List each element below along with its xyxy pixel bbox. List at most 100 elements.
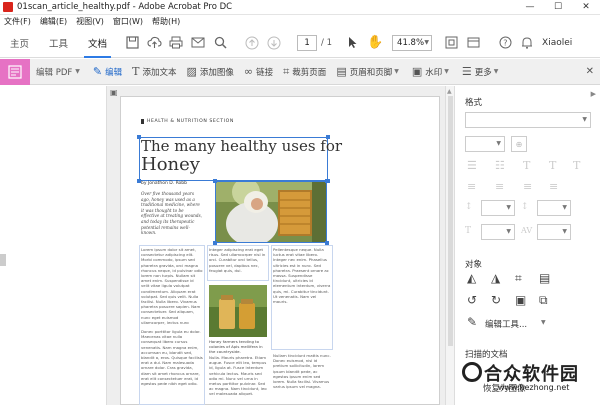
character-spacing-icon: AV bbox=[521, 226, 533, 235]
selection-handle[interactable] bbox=[213, 179, 217, 183]
user-name[interactable]: Xiaolei bbox=[542, 38, 572, 48]
menu-file[interactable]: 文件(F) bbox=[4, 16, 31, 27]
collapse-panel-icon[interactable]: ▶ bbox=[591, 90, 596, 98]
page-thumbnail-icon[interactable]: ▣ bbox=[110, 88, 118, 97]
flip-horizontal-icon[interactable]: ◮ bbox=[491, 271, 500, 285]
justify-icon[interactable]: ≡ bbox=[549, 180, 558, 193]
fit-page-icon[interactable] bbox=[440, 32, 462, 54]
article-column-3[interactable]: Pellentesque neque. Nulla luctus erat vi… bbox=[273, 247, 331, 347]
header-footer-button[interactable]: ▤ 页眉和页脚 ▼ bbox=[336, 65, 402, 78]
line-spacing-select[interactable]: ▼ bbox=[481, 200, 515, 216]
article-byline[interactable]: by Jonathon D. Robb bbox=[141, 181, 187, 186]
scrollbar-thumb[interactable] bbox=[448, 96, 453, 346]
pdf-page[interactable]: HEALTH & NUTRITION SECTION The many heal… bbox=[120, 96, 440, 405]
section-tag[interactable]: HEALTH & NUTRITION SECTION bbox=[141, 119, 234, 124]
close-window-button[interactable]: ✕ bbox=[572, 0, 600, 15]
article-headline-honey[interactable]: Honey bbox=[141, 156, 200, 174]
article-column-2-cont[interactable]: Nulla. Mauris pharetra. Etiam augue. Fus… bbox=[209, 355, 267, 403]
vertical-scrollbar[interactable]: ▲ bbox=[445, 86, 454, 405]
crop-image-icon[interactable]: ⌗ bbox=[515, 271, 522, 286]
arrange-icon[interactable]: ▤ bbox=[539, 271, 550, 285]
font-family-select[interactable]: ▼ bbox=[465, 112, 591, 128]
honey-jar-photo[interactable] bbox=[209, 285, 267, 337]
search-icon[interactable] bbox=[209, 32, 231, 54]
rotate-right-icon[interactable]: ↻ bbox=[491, 293, 501, 307]
maximize-button[interactable]: ☐ bbox=[544, 0, 572, 15]
hand-tool-icon[interactable]: ✋ bbox=[364, 32, 386, 54]
selection-handle[interactable] bbox=[325, 179, 329, 183]
page-number-input[interactable]: 1 bbox=[297, 34, 318, 51]
menu-help[interactable]: 帮助(H) bbox=[152, 16, 180, 27]
align-center-icon[interactable]: ≡ bbox=[495, 180, 504, 193]
beekeeper-photo[interactable] bbox=[216, 182, 326, 242]
chevron-down-icon: ▼ bbox=[506, 228, 511, 235]
select-cursor-icon[interactable] bbox=[342, 32, 364, 54]
link-button[interactable]: ∞ 链接 bbox=[244, 65, 273, 78]
chevron-down-icon: ▼ bbox=[582, 116, 587, 123]
print-icon[interactable] bbox=[165, 32, 187, 54]
scroll-up-icon[interactable]: ▲ bbox=[447, 88, 452, 95]
horizontal-scale-select[interactable]: ▼ bbox=[481, 224, 515, 240]
chevron-down-icon: ▼ bbox=[496, 140, 501, 147]
align-right-icon[interactable]: ≡ bbox=[523, 180, 532, 193]
font-color-button[interactable]: ⊕ bbox=[511, 136, 527, 152]
add-text-button[interactable]: T 添加文本 bbox=[132, 65, 176, 78]
next-page-icon[interactable] bbox=[263, 32, 285, 54]
zoom-select[interactable]: 41.8% ▼ bbox=[392, 34, 433, 51]
watermark-button[interactable]: ▣ 水印 ▼ bbox=[412, 65, 452, 78]
save-icon[interactable] bbox=[121, 32, 143, 54]
text-superscript-icon[interactable]: T bbox=[549, 159, 556, 172]
crop-page-button[interactable]: ⌗ 裁剪页面 bbox=[283, 65, 326, 79]
flip-vertical-icon[interactable]: ◭ bbox=[467, 271, 476, 285]
menu-edit[interactable]: 编辑(E) bbox=[40, 16, 67, 27]
watermark-url: www.hezhong.net bbox=[498, 383, 570, 392]
menu-view[interactable]: 视图(V) bbox=[76, 16, 104, 27]
minimize-button[interactable]: — bbox=[516, 0, 544, 15]
previous-page-icon[interactable] bbox=[241, 32, 263, 54]
chevron-down-icon: ▼ bbox=[424, 38, 430, 46]
left-navigation-panel bbox=[0, 86, 107, 405]
menu-bar: 文件(F) 编辑(E) 视图(V) 窗口(W) 帮助(H) bbox=[0, 15, 600, 28]
tab-document[interactable]: 文档 bbox=[78, 28, 117, 58]
align-left-icon[interactable]: ≡ bbox=[467, 180, 476, 193]
read-mode-icon[interactable] bbox=[462, 32, 484, 54]
article-headline[interactable]: The many healthy uses for bbox=[141, 139, 342, 154]
edit-button[interactable]: ✎ 编辑 bbox=[93, 65, 122, 78]
tab-home[interactable]: 主页 bbox=[0, 28, 39, 58]
more-button[interactable]: ☰ 更多 ▼ bbox=[462, 65, 502, 78]
numbered-list-icon[interactable]: ☷ bbox=[495, 159, 505, 172]
cloud-upload-icon[interactable] bbox=[143, 32, 165, 54]
font-size-select[interactable]: ▼ bbox=[465, 136, 505, 152]
notification-bell-icon[interactable] bbox=[516, 32, 538, 54]
replace-image-icon[interactable]: ▣ bbox=[515, 293, 526, 307]
article-column-2[interactable]: Integer adipiscing erat eget risus. Sed … bbox=[209, 247, 267, 279]
watermark-logo-icon bbox=[462, 362, 482, 382]
close-tool-button[interactable]: ✕ bbox=[586, 66, 594, 77]
character-spacing-select[interactable]: ▼ bbox=[537, 224, 571, 240]
help-icon[interactable]: ? bbox=[494, 32, 516, 54]
scale-icon: T bbox=[465, 226, 472, 236]
add-image-button[interactable]: ▨ 添加图像 bbox=[186, 65, 233, 78]
panel-collapse-handle[interactable] bbox=[0, 254, 6, 266]
article-column-3-cont[interactable]: Nullam tincidunt mattis nunc. Donec euis… bbox=[273, 353, 331, 403]
group-icon[interactable]: ⧉ bbox=[539, 293, 548, 308]
paragraph-spacing-select[interactable]: ▼ bbox=[537, 200, 571, 216]
tab-tools[interactable]: 工具 bbox=[39, 28, 78, 58]
text-subscript-icon[interactable]: T bbox=[573, 159, 580, 172]
chevron-down-icon: ▼ bbox=[493, 68, 499, 75]
edit-tool-link[interactable]: 编辑工具... bbox=[485, 318, 527, 330]
article-column-1-cont[interactable]: Donec porttitor ligula eu dolor. Maecena… bbox=[141, 329, 203, 403]
article-column-1[interactable]: Lorem ipsum dolor sit amet, consectetur … bbox=[141, 247, 203, 325]
text-style-icon[interactable]: T bbox=[523, 159, 530, 172]
photo-caption[interactable]: Honey farmers tending to colonies of Api… bbox=[209, 339, 267, 354]
menu-window[interactable]: 窗口(W) bbox=[113, 16, 143, 27]
bullet-list-icon[interactable]: ☰ bbox=[467, 159, 477, 172]
edit-pdf-mode-label[interactable]: 编辑 PDF ▼ bbox=[36, 66, 83, 78]
chevron-down-icon[interactable]: ▼ bbox=[541, 319, 546, 326]
article-intro[interactable]: Over five thousand years ago, honey was … bbox=[141, 191, 203, 236]
edit-tool-icon[interactable]: ✎ bbox=[467, 315, 477, 329]
document-view[interactable]: ▣ HEALTH & NUTRITION SECTION The many he… bbox=[107, 86, 452, 405]
email-icon[interactable] bbox=[187, 32, 209, 54]
rotate-left-icon[interactable]: ↺ bbox=[467, 293, 477, 307]
edit-pdf-tool-icon[interactable] bbox=[0, 58, 30, 85]
